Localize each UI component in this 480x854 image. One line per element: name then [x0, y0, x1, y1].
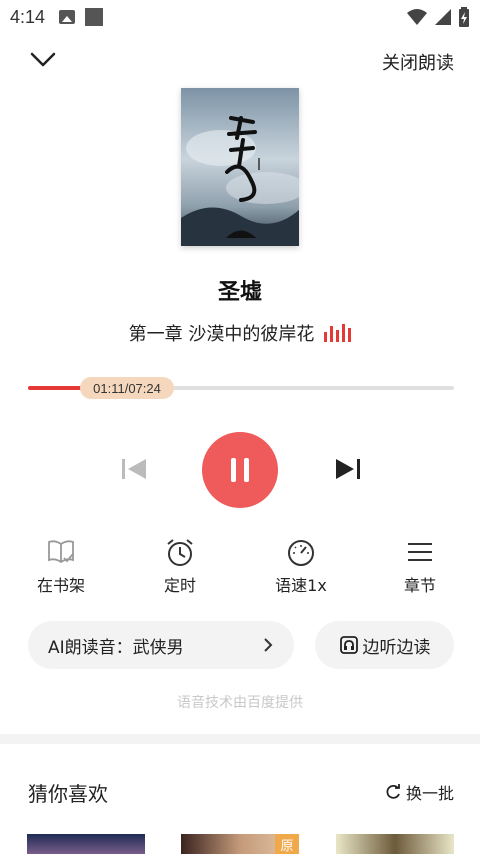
menu-list-icon — [408, 543, 432, 561]
previous-chapter-icon[interactable] — [120, 456, 148, 482]
book-title: 圣墟 — [217, 280, 262, 305]
ai-voice-selector[interactable]: AI朗读音：武侠男 — [28, 621, 294, 669]
pause-icon-bar — [244, 458, 249, 482]
app-notification-icon — [85, 8, 104, 26]
book-cover-art — [181, 88, 299, 246]
chapter-row: 第一章 沙漠中的彼岸花 — [0, 320, 480, 346]
recommend-book-cover[interactable] — [336, 834, 454, 854]
refresh-label: 换一批 — [405, 784, 454, 803]
ai-voice-label: AI朗读音：武侠男 — [48, 637, 184, 658]
listen-read-label: 边听边读 — [362, 637, 431, 658]
system-icons — [406, 7, 470, 27]
close-reading-button[interactable]: 关闭朗读 — [382, 49, 454, 75]
recommend-title: 猜你喜欢 — [28, 782, 108, 806]
original-badge: 原 — [275, 834, 299, 854]
image-notification-icon — [59, 10, 76, 24]
chapters-label: 章节 — [403, 576, 436, 595]
bookshelf-button[interactable]: 在书架 — [16, 536, 106, 596]
signal-icon — [435, 9, 451, 25]
pause-button[interactable] — [202, 432, 278, 508]
headphones-icon — [339, 636, 358, 654]
refresh-button[interactable]: 换一批 — [384, 780, 454, 804]
tts-credit: 语音技术由百度提供 — [177, 695, 303, 711]
speed-button[interactable]: 语速1x — [256, 536, 346, 596]
equalizer-icon — [324, 324, 352, 342]
status-time: 4:14 — [10, 6, 46, 27]
alarm-clock-icon — [167, 539, 193, 566]
timer-label: 定时 — [163, 576, 196, 595]
chapter-title: 第一章 沙漠中的彼岸花 — [128, 324, 315, 345]
chapters-button[interactable]: 章节 — [375, 536, 465, 596]
recommend-book-cover[interactable] — [27, 834, 145, 854]
chevron-down-icon[interactable] — [28, 48, 58, 72]
recommend-books: 原 — [0, 834, 480, 854]
bookshelf-label: 在书架 — [36, 576, 85, 595]
notification-icons — [59, 8, 104, 26]
pause-icon-bar — [231, 458, 236, 482]
listen-and-read-button[interactable]: 边听边读 — [315, 621, 454, 669]
status-bar: 4:14 — [0, 0, 480, 34]
speedometer-icon — [288, 540, 314, 566]
speed-label: 语速1x — [275, 576, 327, 595]
battery-icon — [459, 7, 469, 27]
book-cover — [181, 88, 299, 246]
tool-row: 在书架 定时 语速1x 章节 — [0, 536, 480, 606]
timer-button[interactable]: 定时 — [135, 536, 225, 596]
progress-time-thumb[interactable]: 01:11/07:24 — [80, 377, 174, 399]
recommend-book-cover[interactable]: 原 — [181, 834, 299, 854]
player-header: 关闭朗读 — [0, 40, 480, 80]
refresh-icon — [386, 784, 400, 799]
next-chapter-icon[interactable] — [334, 456, 362, 482]
bookshelf-check-icon — [48, 540, 74, 564]
playback-controls — [0, 430, 480, 510]
chevron-right-icon — [264, 638, 273, 652]
wifi-icon — [407, 9, 427, 25]
section-divider — [0, 734, 480, 744]
